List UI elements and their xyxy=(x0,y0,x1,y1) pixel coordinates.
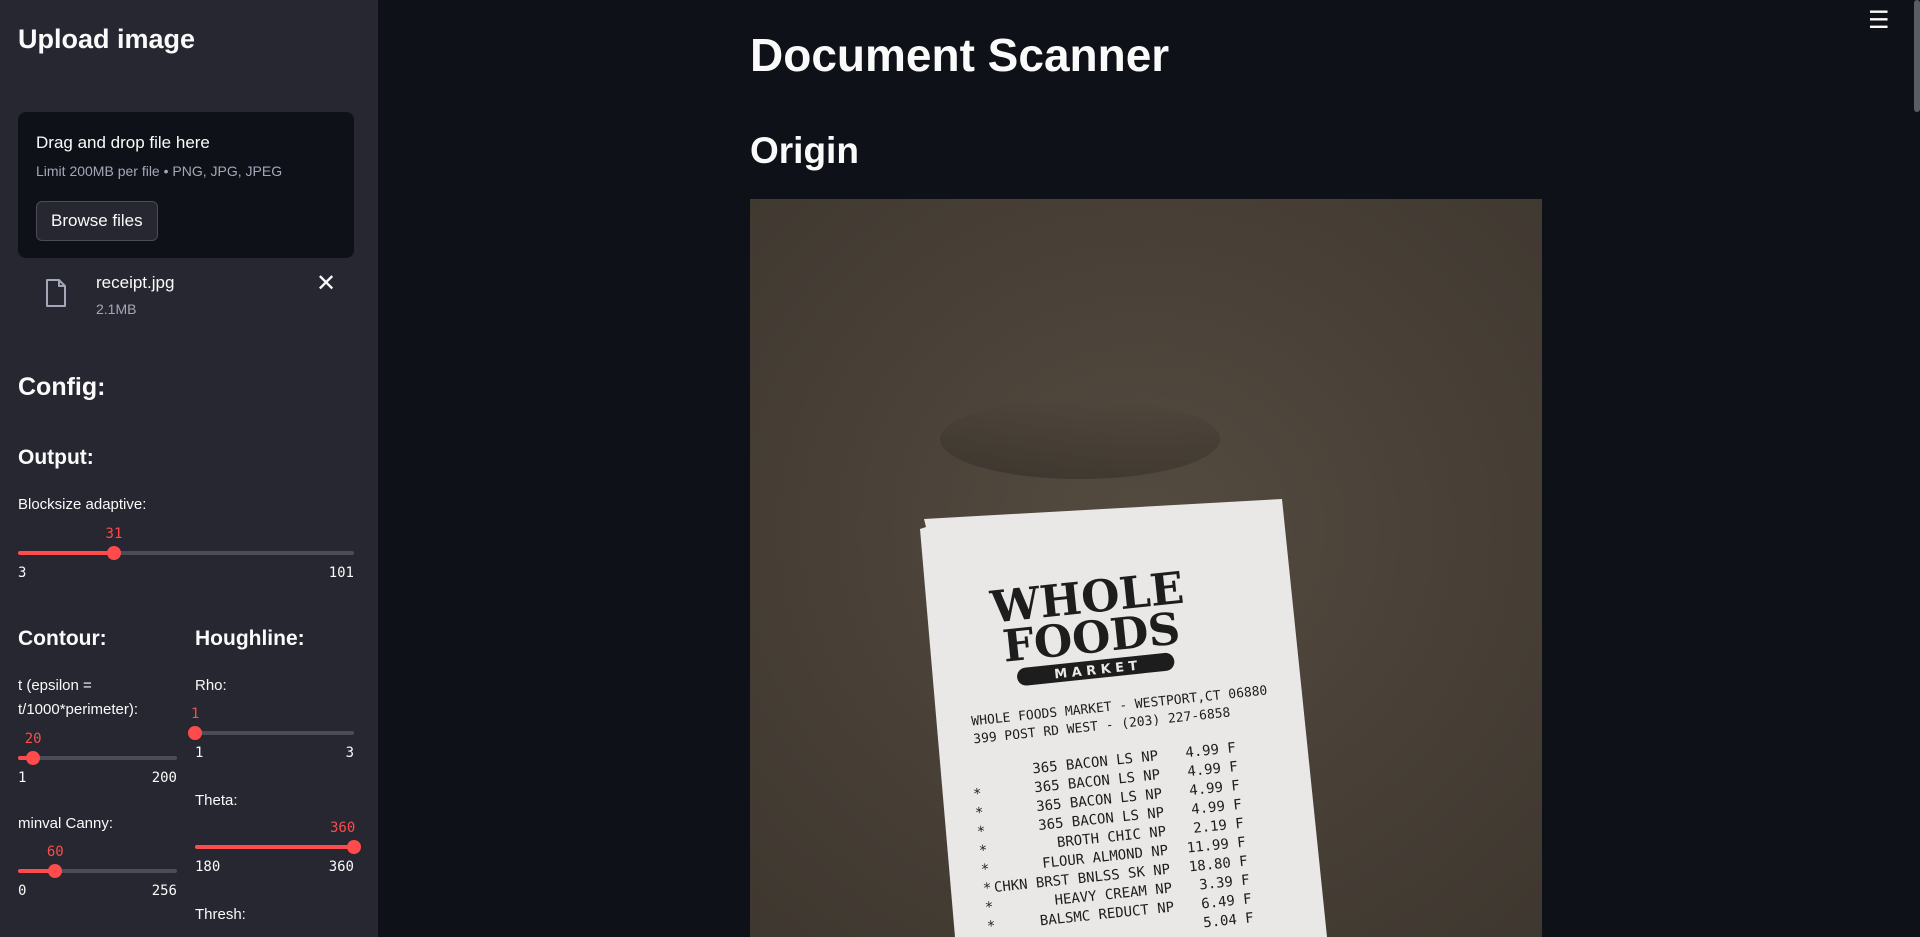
contour-heading: Contour: xyxy=(18,627,107,650)
browse-files-button[interactable]: Browse files xyxy=(36,201,158,241)
slider-max: 360 xyxy=(328,859,354,875)
blocksize-slider[interactable]: 31 3 101 xyxy=(18,526,354,581)
uploaded-file: receipt.jpg 2.1MB ✕ xyxy=(40,270,350,330)
file-dropzone[interactable]: Drag and drop file here Limit 200MB per … xyxy=(18,112,354,258)
slider-thumb[interactable] xyxy=(188,726,202,740)
slider-min: 180 xyxy=(195,859,221,875)
config-heading: Config: xyxy=(18,373,106,401)
file-size: 2.1MB xyxy=(96,301,137,317)
receipt-item-mark: * xyxy=(972,786,982,803)
minval-canny-slider[interactable]: 60 0 256 xyxy=(18,844,177,899)
receipt-item-mark: * xyxy=(980,861,990,878)
sidebar-title: Upload image xyxy=(18,24,196,54)
receipt-photo: WHOLE FOODS M A R K E T WHOLE FOODS MARK… xyxy=(750,199,1542,937)
rho-slider[interactable]: 1 1 3 xyxy=(188,706,354,761)
blocksize-label: Blocksize adaptive: xyxy=(18,496,147,513)
page-title: Document Scanner xyxy=(750,29,1170,81)
slider-min: 3 xyxy=(18,565,27,581)
receipt-item-mark: * xyxy=(974,805,984,822)
thresh-label: Thresh: xyxy=(195,906,246,923)
receipt-item-mark: * xyxy=(978,843,988,860)
slider-min: 0 xyxy=(18,883,27,899)
receipt-item-mark: * xyxy=(986,918,996,935)
receipt-item-mark: * xyxy=(984,899,994,916)
slider-track xyxy=(18,756,177,760)
slider-thumb[interactable] xyxy=(106,546,121,560)
slider-min: 1 xyxy=(195,745,204,761)
slider-fill xyxy=(18,551,114,555)
slider-min: 1 xyxy=(18,770,27,786)
sidebar: Upload image Drag and drop file here Lim… xyxy=(0,0,378,937)
receipt-item-mark: * xyxy=(982,880,992,897)
slider-max: 200 xyxy=(151,770,177,786)
slider-max: 101 xyxy=(328,565,354,581)
houghline-heading: Houghline: xyxy=(195,627,305,650)
rho-label: Rho: xyxy=(195,677,227,694)
slider-value: 1 xyxy=(191,706,200,722)
epsilon-label: t (epsilon = t/1000*perimeter): xyxy=(18,677,139,718)
dropzone-text: Drag and drop file here xyxy=(36,133,210,152)
slider-max: 3 xyxy=(345,745,354,761)
slider-value: 360 xyxy=(329,820,356,836)
receipt-item-mark: * xyxy=(976,824,986,841)
slider-thumb[interactable] xyxy=(347,840,361,854)
theta-slider[interactable]: 360 180 360 xyxy=(195,820,361,875)
hamburger-menu-icon[interactable]: ☰ xyxy=(1868,6,1890,35)
slider-thumb[interactable] xyxy=(26,751,41,765)
file-name: receipt.jpg xyxy=(96,273,175,292)
slider-value: 20 xyxy=(24,731,42,747)
slider-fill xyxy=(195,845,354,849)
close-icon[interactable]: ✕ xyxy=(316,272,336,296)
output-heading: Output: xyxy=(18,446,94,469)
slider-max: 256 xyxy=(151,883,177,899)
file-icon xyxy=(44,278,68,313)
section-heading-origin: Origin xyxy=(750,130,859,171)
origin-image: WHOLE FOODS M A R K E T WHOLE FOODS MARK… xyxy=(750,199,1542,937)
minval-canny-label: minval Canny: xyxy=(18,815,114,832)
slider-thumb[interactable] xyxy=(48,864,63,878)
slider-value: 60 xyxy=(46,844,64,860)
theta-label: Theta: xyxy=(195,792,238,809)
dropzone-limit-text: Limit 200MB per file • PNG, JPG, JPEG xyxy=(36,163,283,179)
epsilon-slider[interactable]: 20 1 200 xyxy=(18,731,177,786)
slider-track xyxy=(195,731,354,735)
slider-value: 31 xyxy=(105,526,123,542)
page-scrollbar[interactable] xyxy=(1914,0,1920,112)
paper-shadow xyxy=(940,399,1220,479)
